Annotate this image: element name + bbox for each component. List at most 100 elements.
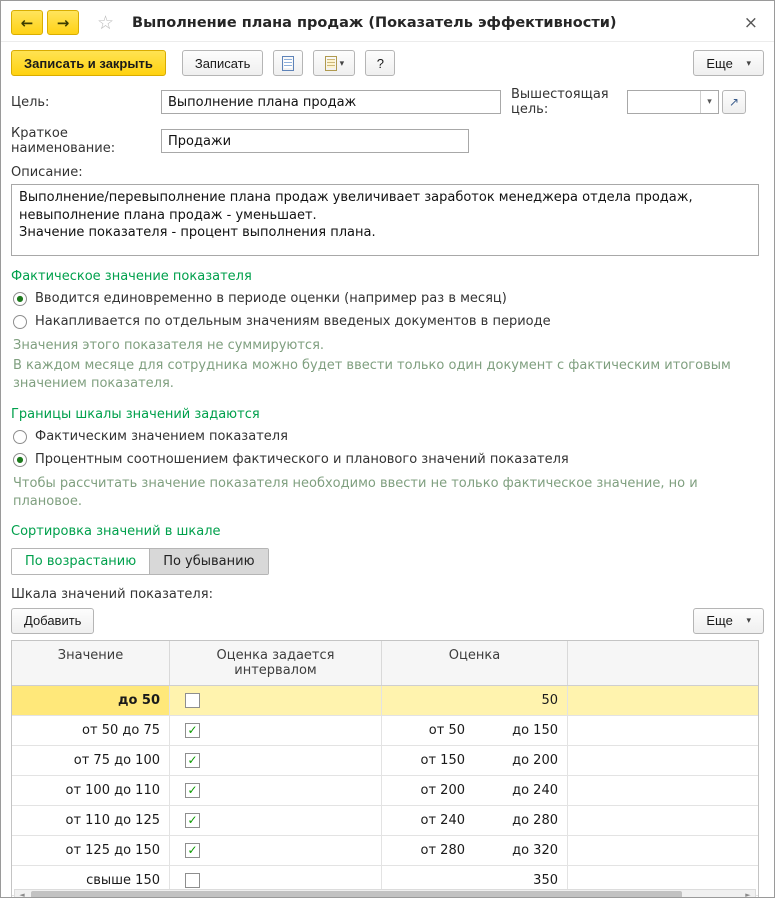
save-button[interactable]: Записать xyxy=(181,50,264,76)
chevron-down-icon: ▾ xyxy=(746,615,751,626)
parent-goal-dropdown-icon[interactable]: ▾ xyxy=(700,91,718,113)
value-cell[interactable]: от 50 до 75 xyxy=(12,715,170,745)
document-copy-icon xyxy=(324,55,337,71)
short-name-input[interactable]: Продажи xyxy=(161,129,469,153)
score-to-cell[interactable]: до 320 xyxy=(474,835,568,865)
table-row[interactable]: от 100 до 110 ✓ от 200 до 240 xyxy=(12,775,758,806)
short-name-label: Краткое наименование: xyxy=(11,126,116,156)
scrollbar-thumb[interactable] xyxy=(31,890,683,897)
interval-checkbox[interactable]: ✓ xyxy=(185,722,200,738)
score-to-cell[interactable]: до 150 xyxy=(474,715,568,745)
add-row-button[interactable]: Добавить xyxy=(11,607,95,634)
checkmark-icon: ✓ xyxy=(187,843,198,858)
value-cell[interactable]: до 50 xyxy=(12,685,170,715)
page-title: Выполнение плана продаж (Показатель эффе… xyxy=(132,14,617,31)
table-row[interactable]: от 75 до 100 ✓ от 150 до 200 xyxy=(12,745,758,776)
score-to-cell[interactable]: до 240 xyxy=(474,775,568,805)
value-cell[interactable]: от 75 до 100 xyxy=(12,745,170,775)
extra-cell[interactable] xyxy=(568,716,758,745)
table-row[interactable]: от 50 до 75 ✓ от 50 до 150 xyxy=(12,715,758,746)
close-icon[interactable]: × xyxy=(738,13,764,33)
checkmark-icon: ✓ xyxy=(187,753,198,768)
interval-checkbox[interactable] xyxy=(185,872,200,888)
extra-cell[interactable] xyxy=(568,776,758,805)
extra-cell[interactable] xyxy=(568,686,758,715)
interval-checkbox[interactable]: ✓ xyxy=(185,842,200,858)
parent-goal-value[interactable] xyxy=(628,91,700,113)
interval-cell[interactable]: ✓ xyxy=(170,805,382,835)
value-cell[interactable]: от 110 до 125 xyxy=(12,805,170,835)
help-button[interactable]: ? xyxy=(365,50,396,76)
interval-cell[interactable]: ✓ xyxy=(170,715,382,745)
scroll-right-icon[interactable]: ► xyxy=(741,891,755,897)
radio-label: Вводится единовременно в периоде оценки … xyxy=(35,291,507,306)
document-icon xyxy=(282,55,295,71)
score-to-cell[interactable]: 50 xyxy=(474,685,568,715)
radio-icon xyxy=(13,429,27,444)
forward-arrow-icon: → xyxy=(56,13,70,32)
checkmark-icon: ✓ xyxy=(187,813,198,828)
score-from-cell[interactable]: от 150 xyxy=(382,746,474,775)
interval-cell[interactable] xyxy=(170,685,382,715)
back-button[interactable]: ← xyxy=(11,10,43,35)
interval-checkbox[interactable]: ✓ xyxy=(185,812,200,828)
score-from-cell[interactable]: от 280 xyxy=(382,836,474,865)
score-from-cell[interactable]: от 50 xyxy=(382,716,474,745)
favorite-star-icon[interactable]: ☆ xyxy=(97,12,114,34)
extra-cell[interactable] xyxy=(568,806,758,835)
save-and-close-button[interactable]: Записать и закрыть xyxy=(11,50,166,76)
scale-table-label: Шкала значений показателя: xyxy=(11,586,213,602)
radio-option-accumulated[interactable]: Накапливается по отдельным значениям вве… xyxy=(13,314,764,329)
interval-checkbox[interactable]: ✓ xyxy=(185,782,200,798)
radio-option-percentage[interactable]: ● Процентным соотношением фактического и… xyxy=(13,452,764,467)
score-to-cell[interactable]: до 280 xyxy=(474,805,568,835)
interval-cell[interactable]: ✓ xyxy=(170,835,382,865)
value-cell[interactable]: от 100 до 110 xyxy=(12,775,170,805)
forward-button[interactable]: → xyxy=(47,10,79,35)
more-button[interactable]: Еще ▾ xyxy=(693,50,764,76)
sort-ascending-button[interactable]: По возрастанию xyxy=(12,548,150,574)
interval-checkbox[interactable] xyxy=(185,692,200,708)
radio-dot: ● xyxy=(16,294,24,303)
scale-table-header: Значение Оценка задается интервалом Оцен… xyxy=(12,640,758,686)
table-row[interactable]: до 50 50 xyxy=(12,685,758,716)
table-row[interactable]: от 110 до 125 ✓ от 240 до 280 xyxy=(12,805,758,836)
goal-input[interactable]: Выполнение плана продаж xyxy=(161,90,501,114)
goal-label: Цель: xyxy=(11,94,50,110)
description-textarea[interactable]: Выполнение/перевыполнение плана продаж у… xyxy=(11,184,759,256)
radio-option-single-entry[interactable]: ● Вводится единовременно в периоде оценк… xyxy=(13,291,764,306)
column-header-extra[interactable] xyxy=(568,641,758,685)
extra-cell[interactable] xyxy=(568,746,758,775)
value-cell[interactable]: от 125 до 150 xyxy=(12,835,170,865)
score-from-cell[interactable] xyxy=(382,686,474,715)
radio-label: Процентным соотношением фактического и п… xyxy=(35,451,569,467)
radio-icon: ● xyxy=(13,452,27,467)
scale-toolbar: Добавить Еще ▾ xyxy=(11,607,764,634)
interval-checkbox[interactable]: ✓ xyxy=(185,752,200,768)
open-link-icon: ↗ xyxy=(728,95,740,109)
column-header-interval[interactable]: Оценка задается интервалом xyxy=(170,640,382,685)
score-to-cell[interactable]: до 200 xyxy=(474,745,568,775)
column-header-value[interactable]: Значение xyxy=(12,640,170,685)
table-row[interactable]: от 125 до 150 ✓ от 280 до 320 xyxy=(12,835,758,866)
sort-descending-button[interactable]: По убыванию xyxy=(149,548,268,574)
extra-cell[interactable] xyxy=(568,836,758,865)
column-header-score[interactable]: Оценка xyxy=(382,640,568,685)
score-from-cell[interactable]: от 200 xyxy=(382,776,474,805)
checkmark-icon: ✓ xyxy=(187,723,198,738)
parent-goal-combo[interactable]: ▾ xyxy=(627,90,719,114)
score-from-cell[interactable]: от 240 xyxy=(382,806,474,835)
create-based-on-button[interactable]: ▾ xyxy=(313,50,356,76)
radio-option-actual-value[interactable]: Фактическим значением показателя xyxy=(13,429,764,444)
radio-dot: ● xyxy=(16,454,24,464)
report-button[interactable] xyxy=(273,50,304,76)
interval-cell[interactable]: ✓ xyxy=(170,745,382,775)
checkmark-icon: ✓ xyxy=(187,783,198,798)
interval-cell[interactable]: ✓ xyxy=(170,775,382,805)
scroll-left-icon[interactable]: ◄ xyxy=(15,891,29,897)
more-label: Еще xyxy=(706,55,733,71)
section-title-actual-value: Фактическое значение показателя xyxy=(11,269,252,284)
scale-more-button[interactable]: Еще ▾ xyxy=(693,607,764,634)
horizontal-scrollbar[interactable]: ◄ ► xyxy=(14,888,756,897)
parent-goal-open-button[interactable]: ↗ xyxy=(722,90,746,114)
